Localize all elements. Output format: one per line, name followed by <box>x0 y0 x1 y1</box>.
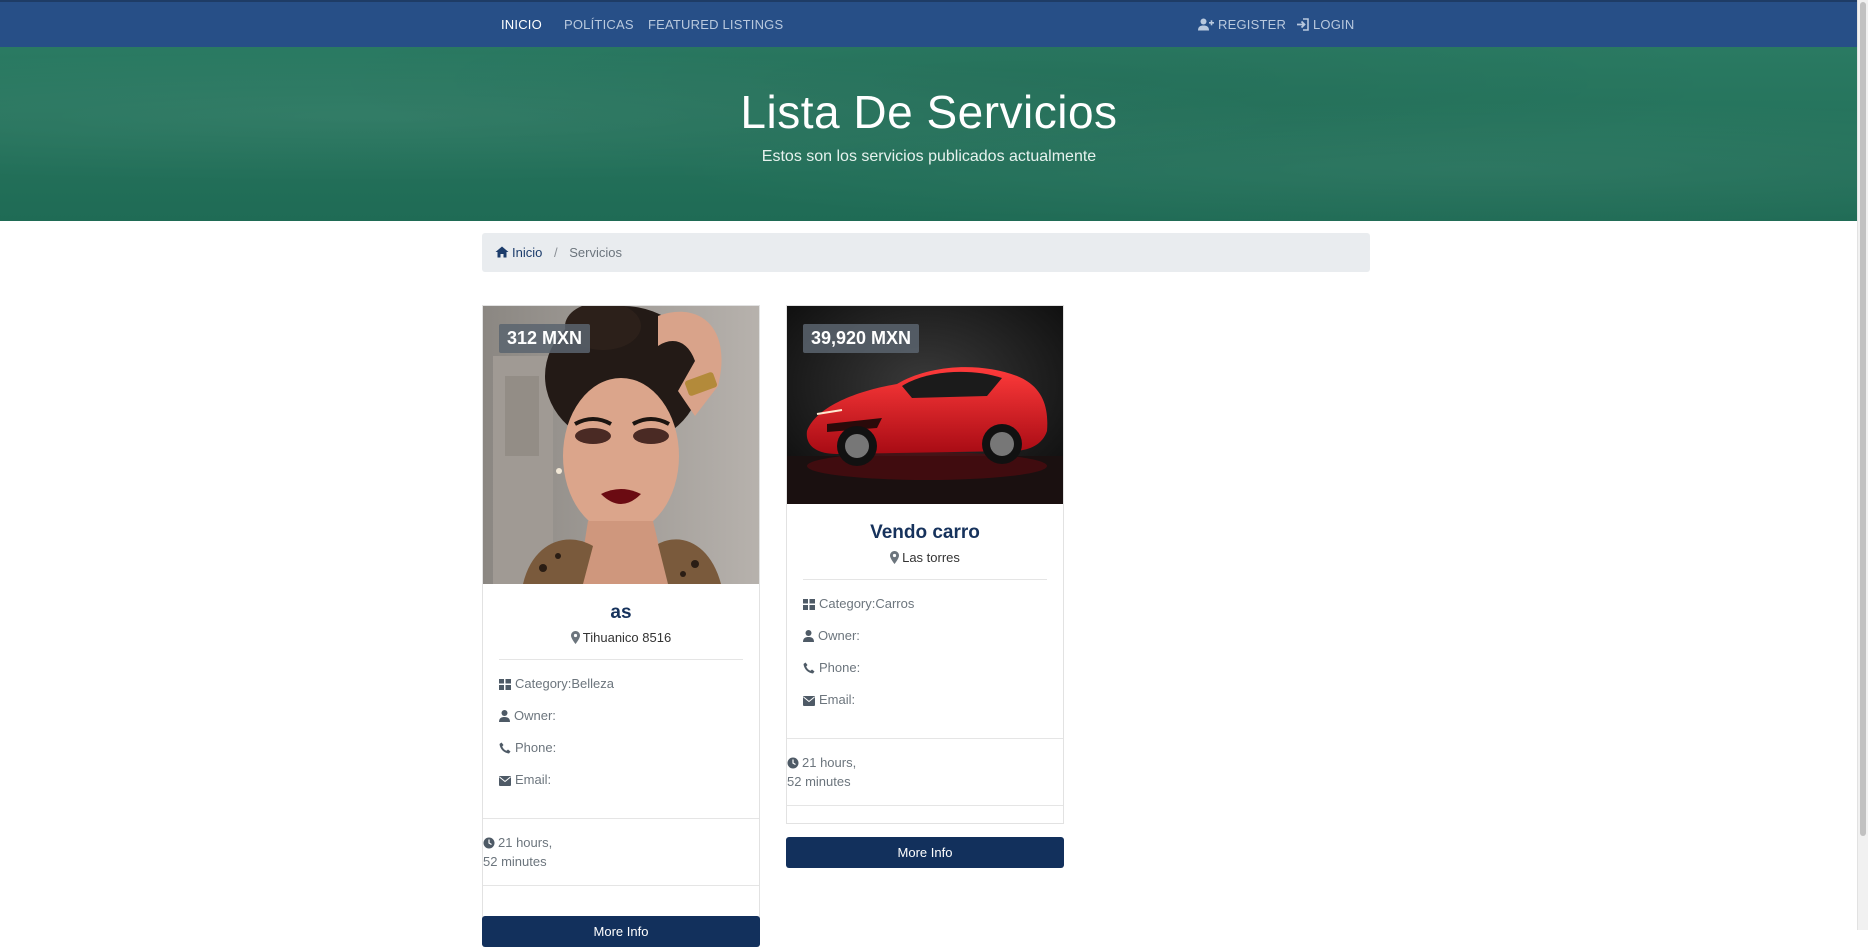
nav-inicio[interactable]: INICIO <box>501 2 542 48</box>
listing-location: Las torres <box>787 550 1063 565</box>
category-text: Category:Carros <box>819 596 915 611</box>
email-text: Email: <box>819 692 856 707</box>
user-icon <box>499 710 510 722</box>
breadcrumb-separator: / <box>553 245 558 260</box>
breadcrumb: Inicio / Servicios <box>482 233 1370 272</box>
time-line-2: 52 minutes <box>483 854 547 869</box>
phone-text: Phone: <box>515 740 557 755</box>
clock-icon <box>787 757 799 769</box>
category-row: Category:Belleza <box>499 674 743 706</box>
more-info-button[interactable]: More Info <box>482 916 760 947</box>
time-line-1: 21 hours, <box>802 755 857 770</box>
listing-details: Category:Belleza Owner: Phone: Email: <box>483 660 759 802</box>
nav-login[interactable]: LOGIN <box>1296 2 1354 48</box>
grid-icon <box>499 679 511 690</box>
user-icon <box>803 630 814 642</box>
nav-politicas[interactable]: POLÍTICAS <box>564 2 634 48</box>
time-line-2: 52 minutes <box>787 774 851 789</box>
map-marker-icon <box>570 631 580 644</box>
divider <box>787 805 1063 806</box>
envelope-icon <box>803 696 815 706</box>
category-row: Category:Carros <box>803 594 1047 626</box>
owner-text: Owner: <box>818 628 860 643</box>
nav-register[interactable]: REGISTER <box>1198 2 1286 48</box>
user-plus-icon <box>1198 18 1214 31</box>
phone-icon <box>803 662 815 674</box>
scrollbar-thumb[interactable] <box>1860 2 1866 836</box>
price-badge: 312 MXN <box>499 324 591 353</box>
email-row: Email: <box>499 770 743 802</box>
clock-icon <box>483 837 495 849</box>
phone-row: Phone: <box>803 658 1047 690</box>
listing-card: 312 MXN as Tihuanico 8516 Category:Belle… <box>482 305 760 945</box>
location-text: Tihuanico 8516 <box>582 630 672 645</box>
vertical-scrollbar[interactable] <box>1857 0 1868 930</box>
listing-photo[interactable]: 312 MXN <box>483 306 759 584</box>
top-navbar: INICIO POLÍTICAS FEATURED LISTINGS REGIS… <box>0 0 1858 47</box>
login-label: LOGIN <box>1313 17 1355 32</box>
map-marker-icon <box>890 551 900 564</box>
breadcrumb-home-label: Inicio <box>512 245 543 260</box>
posted-time: 21 hours, 52 minutes <box>787 739 1063 791</box>
page-subtitle: Estos son los servicios publicados actua… <box>761 148 1097 165</box>
owner-row: Owner: <box>803 626 1047 658</box>
location-text: Las torres <box>902 550 960 565</box>
hero-banner: Lista De Servicios Estos son los servici… <box>0 47 1858 221</box>
listing-title[interactable]: Vendo carro <box>787 522 1063 544</box>
home-icon <box>495 246 509 258</box>
phone-row: Phone: <box>499 738 743 770</box>
listing-photo[interactable]: 39,920 MXN <box>787 306 1063 504</box>
listing-title[interactable]: as <box>483 602 759 624</box>
category-text: Category:Belleza <box>515 676 614 691</box>
listing-location: Tihuanico 8516 <box>483 630 759 645</box>
owner-row: Owner: <box>499 706 743 738</box>
email-row: Email: <box>803 690 1047 722</box>
time-line-1: 21 hours, <box>498 835 553 850</box>
breadcrumb-current: Servicios <box>569 245 622 260</box>
phone-text: Phone: <box>819 660 861 675</box>
more-info-button[interactable]: More Info <box>786 837 1064 868</box>
nav-featured-listings[interactable]: FEATURED LISTINGS <box>648 2 783 48</box>
phone-icon <box>499 742 511 754</box>
grid-icon <box>803 599 815 610</box>
email-text: Email: <box>515 772 552 787</box>
listing-details: Category:Carros Owner: Phone: Email: <box>787 580 1063 722</box>
register-label: REGISTER <box>1218 17 1287 32</box>
price-badge: 39,920 MXN <box>803 324 920 353</box>
posted-time: 21 hours, 52 minutes <box>483 819 759 871</box>
envelope-icon <box>499 776 511 786</box>
breadcrumb-home[interactable]: Inicio <box>495 245 546 260</box>
divider <box>483 885 759 886</box>
page-title: Lista De Servicios <box>740 86 1118 138</box>
listing-card: 39,920 MXN Vendo carro Las torres Catego… <box>786 305 1064 824</box>
sign-in-icon <box>1297 18 1309 31</box>
owner-text: Owner: <box>514 708 556 723</box>
